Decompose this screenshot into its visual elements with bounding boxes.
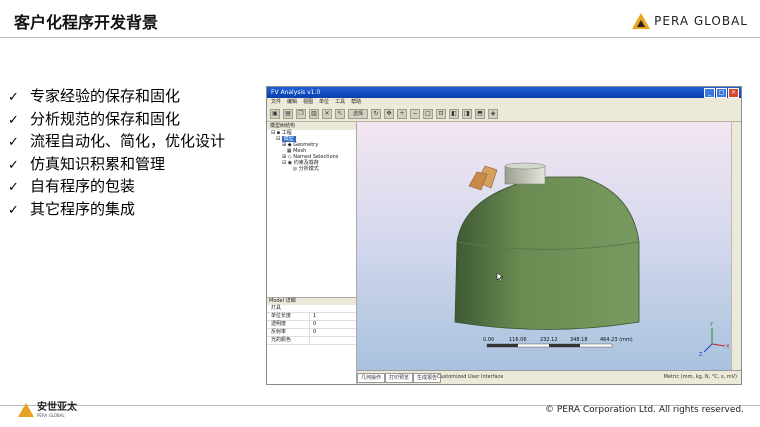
- copy-icon[interactable]: ❐: [296, 109, 306, 119]
- rotate-icon[interactable]: ↻: [371, 109, 381, 119]
- iso-view-icon[interactable]: ◈: [488, 109, 498, 119]
- pera-logo-icon: [18, 403, 34, 417]
- menu-edit[interactable]: 编辑: [287, 98, 297, 107]
- maximize-button[interactable]: □: [716, 88, 727, 98]
- check-icon: ✓: [8, 157, 19, 173]
- right-scrollbar[interactable]: [731, 122, 741, 371]
- front-view-icon[interactable]: ◧: [449, 109, 459, 119]
- pointer-icon[interactable]: ↖: [335, 109, 345, 119]
- minimize-button[interactable]: _: [704, 88, 715, 98]
- pan-icon[interactable]: ✥: [384, 109, 394, 119]
- model-render: 0.00 116.06 232.12 348.18 464.23 (mm) Y …: [454, 162, 730, 358]
- pera-global-logo: PERA GLOBAL: [632, 13, 748, 29]
- check-icon: ✓: [8, 135, 19, 150]
- footer-logo-en: PERA GLOBAL: [37, 413, 65, 418]
- bullet-item: ✓ 专家经验的保存和固化: [8, 86, 225, 109]
- details-section: 灯具: [267, 305, 356, 313]
- details-header: Model 详细: [267, 298, 356, 305]
- scale-label-2: 232.12: [540, 337, 558, 343]
- units-readout: Metric (mm, kg, N, °C, s, mV): [663, 374, 737, 380]
- top-view-icon[interactable]: ⬒: [475, 109, 485, 119]
- window-titlebar: FV Analysis v1.0 _ □ ×: [267, 87, 741, 98]
- details-row[interactable]: 反射率 0: [267, 329, 356, 337]
- svg-text:X: X: [726, 344, 730, 350]
- menu-units[interactable]: 单位: [319, 98, 329, 107]
- bullet-item: ✓ 其它程序的集成: [8, 199, 225, 222]
- close-button[interactable]: ×: [728, 88, 739, 98]
- details-row[interactable]: 单位长度 1: [267, 313, 356, 321]
- scale-label-0: 0.00: [483, 337, 494, 343]
- status-message: Customized User Interface: [437, 374, 504, 380]
- fv-analysis-window: FV Analysis v1.0 _ □ × 文件 编辑 视图 单位 工具 帮助…: [266, 86, 742, 385]
- details-row[interactable]: 透明度 0: [267, 321, 356, 329]
- zoom-box-icon[interactable]: □: [423, 109, 433, 119]
- model-tree: ⊟ ▪ 工程 ⊟ 模型 ⊞ ◆ Geometry ▦ Mesh ⊞ ◇ Name…: [267, 130, 356, 172]
- menu-help[interactable]: 帮助: [351, 98, 361, 107]
- analysis-icon: ◎: [292, 166, 298, 172]
- menu-view[interactable]: 视图: [303, 98, 313, 107]
- paste-icon[interactable]: ▥: [309, 109, 319, 119]
- bullet-list: ✓ 专家经验的保存和固化 ✓ 分析规范的保存和固化 ✓ 流程自动化、简化，优化设计 ✓…: [8, 86, 225, 221]
- copyright-text: © PERA Corporation Ltd. All rights reser…: [544, 405, 744, 415]
- back-view-icon[interactable]: ◨: [462, 109, 472, 119]
- tree-header: 模型树结构: [267, 122, 356, 130]
- check-icon: ✓: [8, 202, 19, 218]
- axis-triad-icon: Y X Z: [699, 322, 730, 358]
- toolbar: ▣ ▤ ❐ ▥ ✕ ↖ 选择 ↻ ✥ + − □ ⊡ ◧ ◨ ⬒ ◈: [267, 107, 741, 122]
- menu-tools[interactable]: 工具: [335, 98, 345, 107]
- status-bar: 几何操作 打印预览 生成报告 Customized User Interface M…: [357, 370, 741, 384]
- delete-icon[interactable]: ✕: [322, 109, 332, 119]
- tab-geometry[interactable]: 几何操作: [357, 373, 386, 383]
- check-icon: ✓: [8, 180, 19, 195]
- fit-icon[interactable]: ⊡: [436, 109, 446, 119]
- details-row[interactable]: 光的颜色: [267, 337, 356, 345]
- save-icon[interactable]: ▣: [270, 109, 280, 119]
- zoom-out-icon[interactable]: −: [410, 109, 420, 119]
- bullet-item: ✓ 分析规范的保存和固化: [8, 109, 225, 132]
- bullet-item: ✓ 流程自动化、简化，优化设计: [8, 131, 225, 154]
- details-panel: Model 详细 灯具 单位长度 1 透明度 0 反射率 0 光的颜色: [267, 297, 356, 384]
- zoom-in-icon[interactable]: +: [397, 109, 407, 119]
- brand-name: PERA GLOBAL: [654, 14, 748, 28]
- scale-label-4: 464.23 (mm): [600, 337, 633, 343]
- select-dropdown[interactable]: 选择: [348, 109, 368, 119]
- scale-bar: 0.00 116.06 232.12 348.18 464.23 (mm): [483, 337, 633, 348]
- menu-bar: 文件 编辑 视图 单位 工具 帮助: [267, 98, 741, 107]
- svg-text:Z: Z: [699, 352, 703, 358]
- svg-text:Y: Y: [709, 322, 714, 328]
- open-icon[interactable]: ▤: [283, 109, 293, 119]
- model-tree-panel: 模型树结构 ⊟ ▪ 工程 ⊟ 模型 ⊞ ◆ Geometry ▦ Mesh ⊞ …: [267, 122, 357, 384]
- footer-logo: 安世亚太 PERA GLOBAL: [18, 402, 77, 418]
- window-title: FV Analysis v1.0: [271, 89, 321, 96]
- slide-title: 客户化程序开发背景: [14, 13, 159, 32]
- tab-print-preview[interactable]: 打印预览: [385, 373, 414, 383]
- bullet-item: ✓ 自有程序的包装: [8, 176, 225, 199]
- scale-label-1: 116.06: [509, 337, 527, 343]
- scale-label-3: 348.18: [570, 337, 588, 343]
- header-divider: [0, 37, 760, 38]
- 3d-viewport[interactable]: 0.00 116.06 232.12 348.18 464.23 (mm) Y …: [357, 122, 732, 371]
- lamp-shell: [454, 176, 640, 330]
- footer-logo-cn: 安世亚太: [37, 402, 77, 413]
- bullet-item: ✓ 仿真知识积累和管理: [8, 154, 225, 177]
- check-icon: ✓: [8, 90, 19, 105]
- check-icon: ✓: [8, 112, 19, 128]
- pera-logo-icon: [632, 13, 651, 29]
- tree-item-analysis[interactable]: ◎ 分析模式: [271, 166, 356, 172]
- menu-file[interactable]: 文件: [271, 98, 281, 107]
